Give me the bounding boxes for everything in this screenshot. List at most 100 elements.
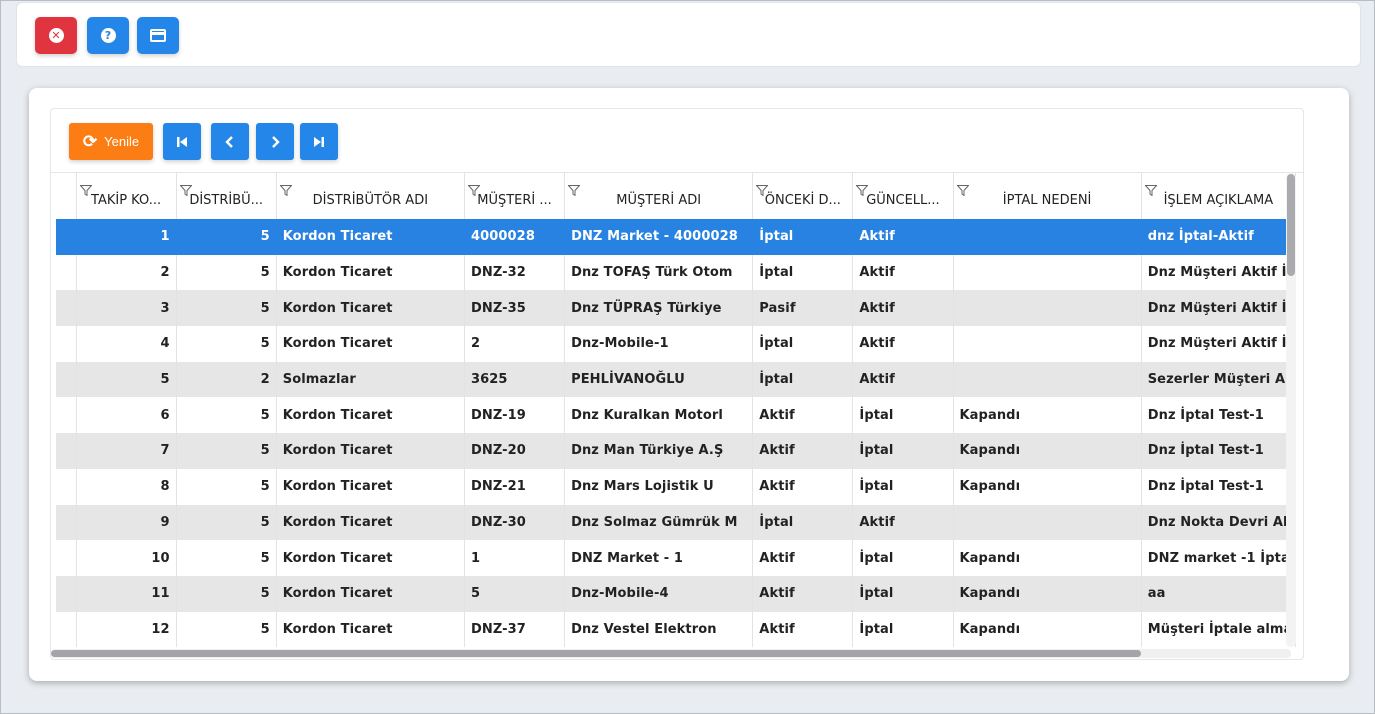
column-header-label: ÖNCEKİ D... [764, 192, 841, 208]
help-button[interactable]: ? [87, 17, 129, 54]
row-selector[interactable] [56, 326, 77, 362]
table-cell: Kordon Ticaret [276, 326, 465, 362]
table-row[interactable]: 3 5 Kordon Ticaret DNZ-35 Dnz TÜPRAŞ Türkiye… [56, 290, 1297, 327]
table-cell: Dnz Solmaz Gümrük M [564, 504, 754, 541]
table-cell: Kordon Ticaret [276, 611, 465, 648]
table-row[interactable]: 4 5 Kordon Ticaret 2 Dnz-Mobile-1 İptal Aktif D… [56, 326, 1297, 362]
horizontal-scroll-thumb[interactable] [51, 650, 1141, 657]
table-cell: 5 [176, 504, 277, 541]
table-cell [953, 219, 1142, 255]
row-selector[interactable] [56, 540, 77, 576]
table-cell: 7 [76, 433, 177, 469]
column-header-label: DİSTRİBÜTÖR ADI [312, 192, 429, 208]
table-cell: aa [1141, 575, 1297, 612]
table-cell: Aktif [852, 326, 954, 362]
table-cell: İptal [752, 254, 854, 291]
filter-icon[interactable] [279, 185, 292, 196]
column-header[interactable]: GÜNCELL... [852, 173, 954, 219]
table-cell: 5 [176, 254, 277, 291]
data-grid: ⟳ Yenile TAKİP KO... DİSTRİBÜ... DİSTRİB… [50, 108, 1304, 660]
table-cell: Müşteri İptale alma [1141, 611, 1297, 648]
refresh-button[interactable]: ⟳ Yenile [69, 123, 153, 160]
table-cell: 4 [76, 326, 177, 362]
first-page-button[interactable] [163, 123, 201, 160]
table-row[interactable]: 1 5 Kordon Ticaret 4000028 DNZ Market - 4000… [56, 219, 1297, 255]
column-header-label: TAKİP KO... [91, 192, 162, 208]
table-cell: Dnz İptal Test-1 [1141, 433, 1297, 469]
table-cell: 5 [464, 575, 566, 612]
filter-icon[interactable] [756, 185, 769, 196]
table-cell [953, 254, 1142, 291]
table-cell: Aktif [752, 540, 854, 576]
column-header[interactable]: MÜŞTERİ ... [464, 173, 566, 219]
table-cell: 1 [76, 219, 177, 255]
previous-page-button[interactable] [211, 123, 249, 160]
row-selector[interactable] [56, 433, 77, 469]
table-cell: Aktif [752, 611, 854, 648]
row-selector[interactable] [56, 575, 77, 612]
row-selector[interactable] [56, 611, 77, 648]
row-selector[interactable] [56, 254, 77, 291]
table-row[interactable]: 11 5 Kordon Ticaret 5 Dnz-Mobile-4 Aktif İptal… [56, 575, 1297, 612]
column-header-label: DİSTRİBÜ... [189, 192, 264, 208]
vertical-scroll-thumb[interactable] [1287, 174, 1295, 276]
table-cell: 5 [176, 219, 277, 255]
table-row[interactable]: 6 5 Kordon Ticaret DNZ-19 Dnz Kuralkan Motor… [56, 397, 1297, 434]
row-selector[interactable] [56, 361, 77, 398]
table-cell: DNZ-20 [464, 433, 566, 469]
table-cell: Kapandı [953, 397, 1142, 434]
table-row[interactable]: 12 5 Kordon Ticaret DNZ-37 Dnz Vestel Elektr… [56, 611, 1297, 648]
table-cell: Kapandı [953, 611, 1142, 648]
table-cell: PEHLİVANOĞLU [564, 361, 754, 398]
filter-icon[interactable] [1144, 185, 1157, 196]
row-selector[interactable] [56, 290, 77, 327]
table-cell: 6 [76, 397, 177, 434]
table-row[interactable]: 7 5 Kordon Ticaret DNZ-20 Dnz Man Türkiye A.… [56, 433, 1297, 469]
vertical-scrollbar[interactable] [1286, 173, 1296, 647]
table-row[interactable]: 9 5 Kordon Ticaret DNZ-30 Dnz Solmaz Gümrük … [56, 504, 1297, 541]
close-icon: ✕ [48, 28, 64, 43]
horizontal-scrollbar[interactable] [51, 649, 1291, 658]
table-cell: DNZ-21 [464, 468, 566, 505]
column-header[interactable]: İPTAL NEDENİ [953, 173, 1142, 219]
filter-icon[interactable] [568, 185, 581, 196]
column-header[interactable]: MÜŞTERİ ADI [564, 173, 754, 219]
table-row[interactable]: 5 2 Solmazlar 3625 PEHLİVANOĞLU İptal Aktif Sez… [56, 361, 1297, 398]
filter-icon[interactable] [467, 185, 480, 196]
row-selector[interactable] [56, 219, 77, 255]
table-cell: 3625 [464, 361, 566, 398]
table-cell: 10 [76, 540, 177, 576]
column-header[interactable]: DİSTRİBÜTÖR ADI [276, 173, 465, 219]
table-cell: 5 [176, 575, 277, 612]
filter-icon[interactable] [956, 185, 969, 196]
row-selector[interactable] [56, 468, 77, 505]
table-cell: DNZ-19 [464, 397, 566, 434]
column-header[interactable]: TAKİP KO... [76, 173, 177, 219]
table-cell: 12 [76, 611, 177, 648]
window-button[interactable] [137, 17, 179, 54]
table-cell: 2 [464, 326, 566, 362]
table-cell: Kordon Ticaret [276, 468, 465, 505]
last-page-button[interactable] [300, 123, 338, 160]
column-header[interactable]: İŞLEM AÇIKLAMA [1141, 173, 1297, 219]
next-page-button[interactable] [256, 123, 294, 160]
filter-icon[interactable] [79, 185, 92, 196]
table-cell: 2 [76, 254, 177, 291]
table-cell: İptal [852, 468, 954, 505]
table-cell: 5 [176, 611, 277, 648]
row-selector[interactable] [56, 397, 77, 434]
row-selector[interactable] [56, 504, 77, 541]
table-row[interactable]: 10 5 Kordon Ticaret 1 DNZ Market - 1 Aktif İpt… [56, 540, 1297, 576]
table-cell: Dnz Müşteri Aktif İşlem [1141, 290, 1297, 327]
column-header[interactable]: DİSTRİBÜ... [176, 173, 277, 219]
table-cell: 3 [76, 290, 177, 327]
filter-icon[interactable] [856, 185, 869, 196]
filter-icon[interactable] [179, 185, 192, 196]
table-cell: 1 [464, 540, 566, 576]
column-header[interactable]: ÖNCEKİ D... [752, 173, 854, 219]
refresh-icon: ⟳ [82, 132, 98, 151]
table-row[interactable]: 8 5 Kordon Ticaret DNZ-21 Dnz Mars Lojistik … [56, 468, 1297, 505]
table-cell: Kordon Ticaret [276, 397, 465, 434]
close-button[interactable]: ✕ [35, 17, 77, 54]
table-row[interactable]: 2 5 Kordon Ticaret DNZ-32 Dnz TOFAŞ Türk Oto… [56, 254, 1297, 291]
